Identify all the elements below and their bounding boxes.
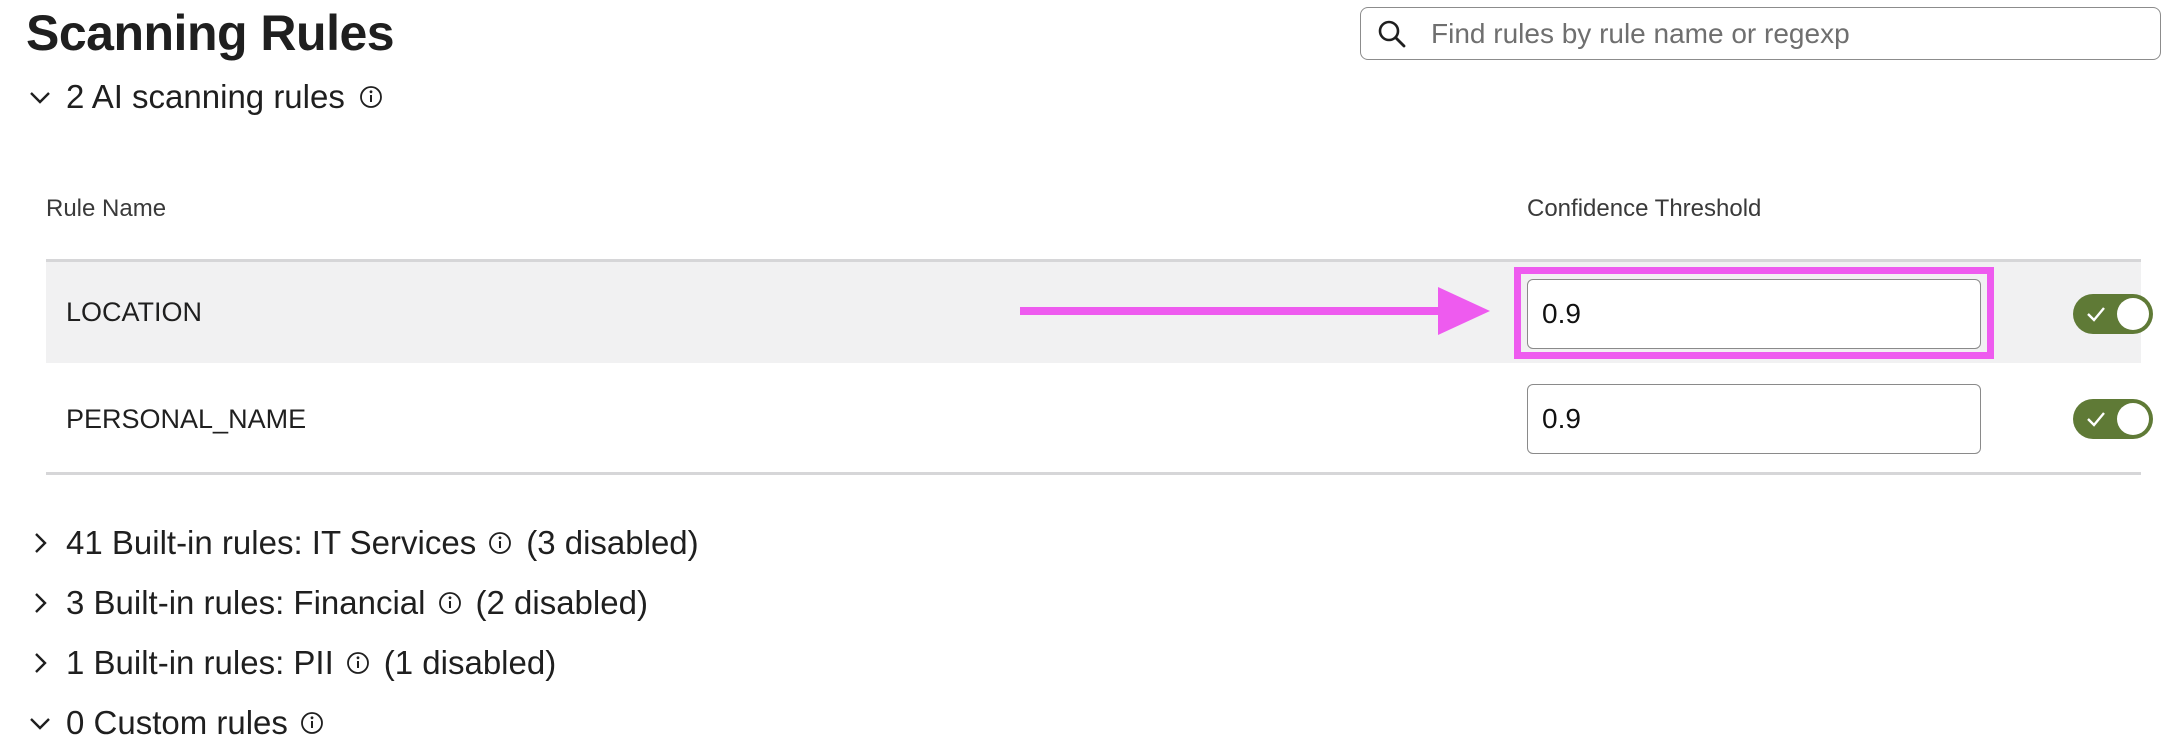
rule-name: PERSONAL_NAME [66,403,307,434]
rule-enabled-toggle[interactable] [2073,294,2153,334]
info-icon[interactable] [359,85,383,109]
chevron-right-icon [28,651,52,675]
confidence-threshold-input[interactable] [1527,384,1981,454]
info-icon[interactable] [346,651,370,675]
section-label: 41 Built-in rules: IT Services [66,524,477,561]
section-label: 3 Built-in rules: Financial [66,584,426,621]
rule-enabled-toggle[interactable] [2073,399,2153,439]
section-label: 1 Built-in rules: PII [66,644,334,681]
column-header-confidence-threshold: Confidence Threshold [1527,195,1762,222]
chevron-right-icon [28,591,52,615]
search-input[interactable] [1429,16,2160,51]
section-custom-rules[interactable]: 0 Custom rules [28,704,324,742]
chevron-down-icon [28,85,52,109]
section-label: 2 AI scanning rules [66,78,345,115]
section-label: 0 Custom rules [66,704,288,741]
confidence-threshold-input[interactable] [1527,279,1981,349]
section-builtin-financial[interactable]: 3 Built-in rules: Financial (2 disabled) [28,584,648,622]
column-header-rule-name: Rule Name [46,195,167,222]
page-title: Scanning Rules [26,5,395,61]
search-icon [1377,19,1407,49]
toggle-knob [2117,298,2149,330]
table-row: PERSONAL_NAME [46,366,2153,475]
chevron-down-icon [28,711,52,735]
section-builtin-pii[interactable]: 1 Built-in rules: PII (1 disabled) [28,644,556,682]
section-ai-scanning-rules[interactable]: 2 AI scanning rules [28,78,383,116]
disabled-count: (3 disabled) [526,524,699,561]
disabled-count: (2 disabled) [475,584,648,621]
disabled-count: (1 disabled) [383,644,557,681]
search-box[interactable] [1360,7,2161,60]
chevron-right-icon [28,531,52,555]
check-icon [2085,303,2107,325]
toggle-knob [2117,403,2149,435]
info-icon[interactable] [300,711,324,735]
rule-name: LOCATION [66,297,203,327]
info-icon[interactable] [488,531,512,555]
check-icon [2085,408,2107,430]
arrow-annotation [1020,287,1490,335]
section-builtin-it-services[interactable]: 41 Built-in rules: IT Services (3 disabl… [28,524,699,562]
info-icon[interactable] [438,591,462,615]
